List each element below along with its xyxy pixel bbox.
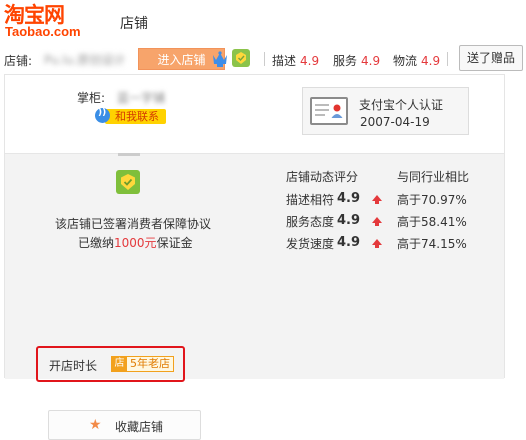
metric-logistics: 物流 4.9 <box>393 52 440 69</box>
rating-row-description: 描述相符 4.9 高于70.97% <box>286 191 486 209</box>
guarantee-text: 该店铺已签署消费者保障协议 <box>55 217 212 231</box>
rating-value: 4.9 <box>337 213 361 228</box>
favorite-shop-button[interactable]: ★ 收藏店铺 <box>48 410 201 440</box>
shop-badge-icon: 店 <box>112 357 127 371</box>
deposit-prefix: 已缴纳 <box>78 236 115 250</box>
logo-english: Taobao.com <box>5 24 81 39</box>
blue-crown-icon[interactable] <box>210 50 230 68</box>
metric-label: 物流 <box>393 54 418 68</box>
metric-label: 服务 <box>333 54 358 68</box>
shop-age-highlight: 开店时长 店 5年老店 <box>36 346 185 382</box>
metrics-separator <box>264 52 265 66</box>
up-arrow-icon <box>372 239 382 248</box>
rating-label: 服务态度 <box>286 215 335 229</box>
metric-value: 4.9 <box>300 54 320 68</box>
rating-compare: 高于70.97% <box>397 193 467 207</box>
metric-value: 4.9 <box>361 54 381 68</box>
deposit-amount: 1000元 <box>114 236 157 250</box>
contact-label: 和我联系 <box>105 109 166 124</box>
rating-label: 描述相符 <box>286 193 335 207</box>
consumer-protection-icon[interactable] <box>232 49 250 67</box>
shop-card-panel: 掌柜: 蓝一字铺 和我联系 )) 支付宝个人认证 2007-04-19 该店铺已… <box>4 74 505 440</box>
guarantee-shield-icon <box>116 170 140 194</box>
alipay-auth-card: 支付宝个人认证 2007-04-19 <box>302 87 469 135</box>
deposit-suffix: 保证金 <box>156 236 193 250</box>
rating-compare: 高于74.15% <box>397 237 467 251</box>
shop-age-text: 5年老店 <box>130 357 170 370</box>
metric-label: 描述 <box>272 54 297 68</box>
compare-header: 与同行业相比 <box>397 170 470 184</box>
metric-value: 4.9 <box>421 54 441 68</box>
taobao-logo[interactable]: 淘宝网 Taobao.com <box>4 3 96 39</box>
deposit-text: 已缴纳1000元保证金 <box>78 234 193 251</box>
metric-description: 描述 4.9 <box>272 52 319 69</box>
auth-title: 支付宝个人认证 <box>359 98 444 112</box>
shop-age-badge: 店 5年老店 <box>111 356 174 372</box>
star-icon: ★ <box>89 417 102 433</box>
ratings-header: 店铺动态评分 <box>286 170 359 184</box>
metric-service: 服务 4.9 <box>333 52 380 69</box>
rating-label: 发货速度 <box>286 237 335 251</box>
keeper-name[interactable]: 蓝一字铺 <box>117 89 165 106</box>
shop-details-section: 该店铺已签署消费者保障协议 已缴纳1000元保证金 店铺动态评分 与同行业相比 … <box>5 153 504 440</box>
up-arrow-icon <box>372 195 382 204</box>
rating-value: 4.9 <box>337 235 361 250</box>
rating-row-service: 服务态度 4.9 高于58.41% <box>286 213 486 231</box>
up-arrow-icon <box>372 217 382 226</box>
auth-date: 2007-04-19 <box>360 115 430 129</box>
rating-value: 4.9 <box>337 191 361 206</box>
chat-icon: )) <box>95 108 110 123</box>
gift-button[interactable]: 送了赠品 <box>459 45 523 71</box>
shop-name-link[interactable]: Pu.lu.原创设计 <box>44 51 125 68</box>
metrics-separator <box>447 52 448 66</box>
rating-compare: 高于58.41% <box>397 215 467 229</box>
section-divider <box>118 153 140 156</box>
keeper-label: 掌柜: <box>77 91 106 105</box>
favorite-label: 收藏店铺 <box>115 420 164 434</box>
shop-age-label: 开店时长 <box>49 359 98 373</box>
logo-chinese: 淘宝网 <box>4 3 65 27</box>
top-bar: 淘宝网 Taobao.com 店铺 <box>0 0 526 42</box>
shop-info-bar: 店铺: Pu.lu.原创设计 进入店铺 描述 4.9 服务 4.9 物流 4.9 送了… <box>0 44 526 74</box>
id-card-icon <box>310 97 348 125</box>
rating-row-shipping: 发货速度 4.9 高于74.15% <box>286 235 486 253</box>
shop-label: 店铺: <box>4 54 33 68</box>
page-title: 店铺 <box>120 16 148 32</box>
